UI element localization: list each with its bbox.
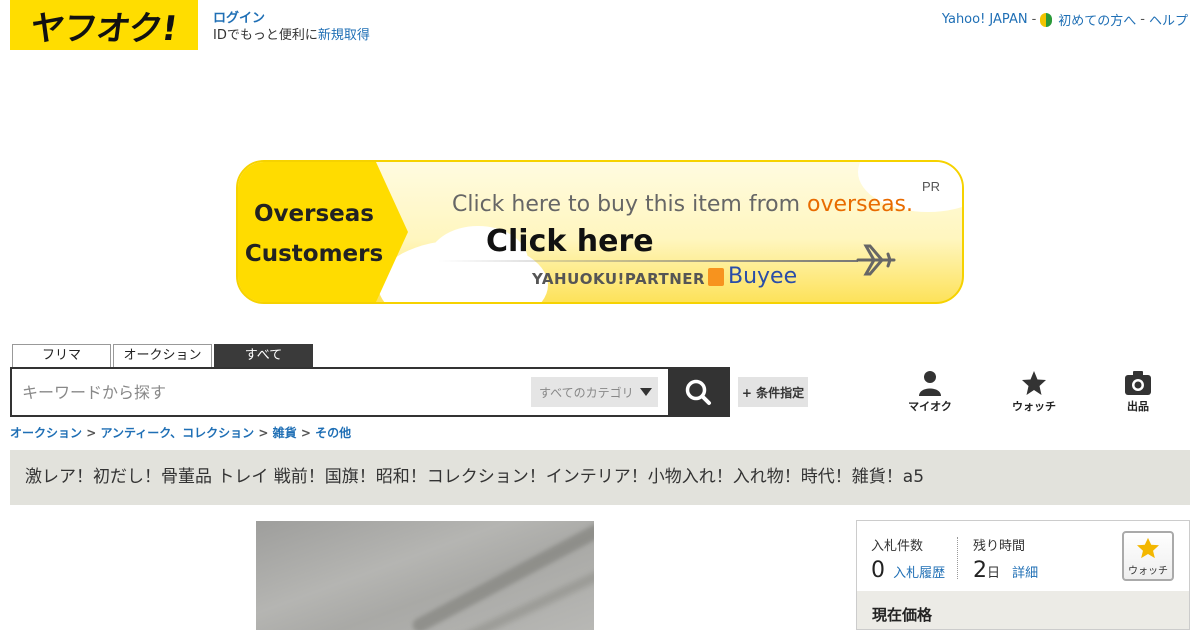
- breadcrumb-separator: >: [300, 426, 311, 440]
- bid-panel: 入札件数 0 入札履歴 残り時間 2日 詳細 ウォッチ 現在価格: [856, 520, 1190, 630]
- panel-divider: [957, 537, 958, 579]
- time-left-value: 2: [973, 558, 987, 583]
- banner-left-text: Overseas Customers: [238, 194, 390, 274]
- watch-nav[interactable]: ウォッチ: [1004, 370, 1064, 414]
- separator: -: [1031, 12, 1037, 27]
- category-select[interactable]: すべてのカテゴリ: [531, 377, 658, 407]
- search-tabs: フリマ オークション すべて: [12, 344, 313, 368]
- banner-headline-text: Click here to buy this item from: [452, 192, 808, 217]
- yahoo-japan-link[interactable]: Yahoo! JAPAN: [942, 12, 1028, 27]
- login-link[interactable]: ログイン: [213, 11, 265, 26]
- camera-icon: [1125, 371, 1151, 395]
- signup-link[interactable]: 新規取得: [318, 28, 370, 43]
- pr-label: PR: [921, 179, 940, 194]
- item-title: 激レア！初だし！骨董品 トレイ 戦前！国旗！昭和！コレクション！インテリア！小物…: [25, 467, 925, 487]
- partner-label: YAHUOKU!PARTNER: [532, 270, 706, 288]
- item-title-bar: 激レア！初だし！骨董品 トレイ 戦前！国旗！昭和！コレクション！インテリア！小物…: [10, 450, 1190, 505]
- search-button[interactable]: [668, 369, 728, 415]
- login-box: ログイン IDでもっと便利に新規取得: [213, 10, 370, 44]
- help-link[interactable]: ヘルプ: [1149, 10, 1188, 29]
- search-icon: [685, 379, 711, 405]
- watch-label: ウォッチ: [1012, 400, 1056, 413]
- bid-history-link[interactable]: 入札履歴: [893, 566, 945, 581]
- conditions-button[interactable]: + 条件指定: [738, 377, 808, 407]
- watch-button[interactable]: ウォッチ: [1122, 531, 1174, 581]
- breadcrumb-item[interactable]: その他: [315, 426, 351, 440]
- plane-trail: [438, 260, 858, 262]
- search-input[interactable]: [12, 369, 531, 415]
- time-left-label: 残り時間: [973, 539, 1026, 554]
- listing-nav[interactable]: 出品: [1108, 370, 1168, 414]
- buyee-logo: Buyee: [708, 264, 797, 289]
- airplane-icon: [856, 244, 896, 276]
- beginner-mark-icon: [1040, 12, 1053, 27]
- breadcrumb-separator: >: [86, 426, 97, 440]
- search-bar: すべてのカテゴリ: [10, 367, 730, 417]
- bid-count-block: 入札件数 0 入札履歴: [871, 535, 945, 583]
- banner-headline: Click here to buy this item from oversea…: [452, 192, 913, 217]
- listing-label: 出品: [1127, 400, 1149, 413]
- detail-link[interactable]: 詳細: [1012, 566, 1038, 581]
- tab-all[interactable]: すべて: [214, 344, 313, 368]
- breadcrumb-separator: >: [258, 426, 269, 440]
- bid-count-label: 入札件数: [871, 539, 924, 554]
- time-left-unit: 日: [987, 566, 1001, 581]
- star-icon: [1022, 371, 1046, 395]
- top-links: Yahoo! JAPAN - 初めての方へ - ヘルプ: [942, 10, 1188, 29]
- time-left-block: 残り時間 2日 詳細: [973, 535, 1038, 583]
- item-photo[interactable]: [256, 521, 594, 630]
- current-price-strip: 現在価格: [857, 591, 1189, 629]
- click-here-text: Click here: [486, 224, 654, 259]
- tab-flea-market[interactable]: フリマ: [12, 344, 111, 368]
- breadcrumb-item[interactable]: アンティーク、コレクション: [100, 426, 254, 440]
- my-auction-nav[interactable]: マイオク: [900, 370, 960, 414]
- banner-left-line2: Customers: [244, 241, 384, 267]
- breadcrumb: オークション > アンティーク、コレクション > 雑貨 > その他: [10, 424, 351, 441]
- star-icon: [1137, 537, 1159, 559]
- person-icon: [919, 371, 941, 396]
- separator: -: [1140, 12, 1145, 27]
- current-price-label: 現在価格: [872, 606, 933, 624]
- breadcrumb-item[interactable]: 雑貨: [273, 426, 297, 440]
- watch-button-label: ウォッチ: [1128, 566, 1168, 577]
- bid-count-value: 0: [871, 558, 885, 583]
- banner-left-line1: Overseas: [254, 201, 374, 227]
- shopping-bag-icon: [708, 267, 724, 286]
- login-sub-text: IDでもっと便利に: [213, 28, 318, 43]
- tab-auction[interactable]: オークション: [113, 344, 212, 368]
- breadcrumb-item[interactable]: オークション: [10, 426, 82, 440]
- caret-down-icon: [639, 388, 652, 396]
- banner-headline-highlight: overseas.: [807, 192, 914, 217]
- logo-text: ヤフオク!: [27, 8, 180, 49]
- category-select-label: すべてのカテゴリ: [539, 385, 634, 400]
- overseas-banner[interactable]: Overseas Customers PR Click here to buy …: [236, 160, 964, 304]
- my-auction-label: マイオク: [908, 400, 952, 413]
- first-time-link[interactable]: 初めての方へ: [1058, 10, 1136, 29]
- buyee-text: Buyee: [728, 264, 798, 289]
- yahuoku-logo[interactable]: ヤフオク!: [10, 0, 198, 50]
